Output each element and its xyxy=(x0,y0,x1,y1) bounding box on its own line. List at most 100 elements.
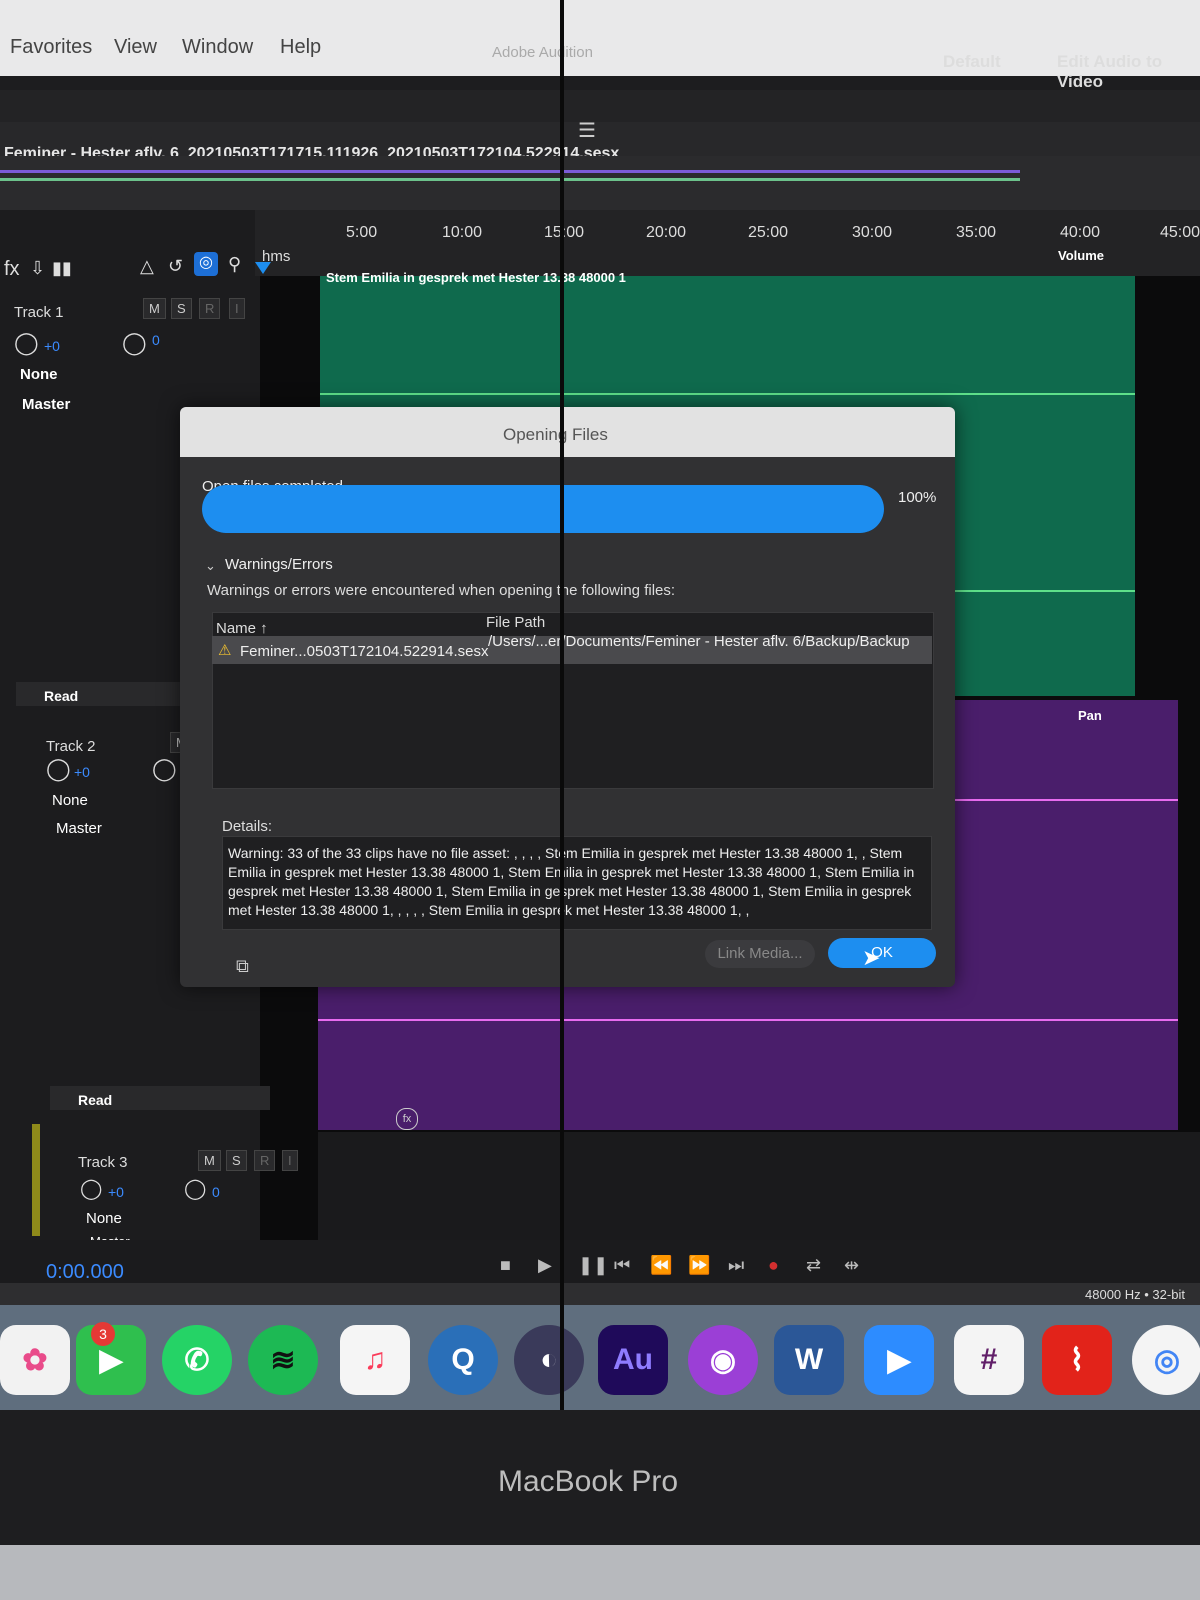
chevron-down-icon[interactable]: ⌄ xyxy=(205,558,216,574)
photos-icon[interactable]: ✿ xyxy=(0,1325,70,1395)
track1-output[interactable]: Master xyxy=(22,396,70,413)
facetime-badge: 3 xyxy=(91,1322,115,1346)
status-bar xyxy=(0,1283,1200,1305)
track1-volume-knob-icon[interactable]: ◯ xyxy=(14,330,39,356)
track2-volume-knob-icon[interactable]: ◯ xyxy=(46,756,71,782)
column-header-path[interactable]: File Path xyxy=(486,614,545,631)
column-header-name[interactable]: Name ↑ xyxy=(216,620,268,637)
progress-percentage: 100% xyxy=(898,489,937,506)
link-media-button[interactable]: Link Media... xyxy=(705,940,815,968)
track1-volume[interactable]: +0 xyxy=(44,338,60,354)
warnings-section-header[interactable]: Warnings/Errors xyxy=(225,556,333,573)
track1-name[interactable]: Track 1 xyxy=(14,304,63,321)
track2-name[interactable]: Track 2 xyxy=(46,738,95,755)
eq-icon[interactable]: ▮▮ xyxy=(52,258,72,279)
ruler-tick: 30:00 xyxy=(852,224,893,241)
ruler-tick: 25:00 xyxy=(748,224,789,241)
ruler-tick: 20:00 xyxy=(646,224,687,241)
track1-pan[interactable]: 0 xyxy=(152,332,160,348)
app-title: Adobe Audition xyxy=(492,44,593,61)
track3-volume-knob-icon[interactable]: ◯ xyxy=(80,1176,102,1201)
ruler-tick: 40:00 xyxy=(1060,224,1101,241)
podcasts-icon[interactable]: ◉ xyxy=(688,1325,758,1395)
send-icon[interactable]: ⇩ xyxy=(30,258,45,279)
rewind-icon[interactable]: ⏪ xyxy=(650,1255,672,1276)
warnings-message: Warnings or errors were encountered when… xyxy=(207,582,676,599)
slack-icon[interactable]: # xyxy=(954,1325,1024,1395)
stop-icon[interactable]: ■ xyxy=(500,1255,511,1276)
track1-input-button[interactable]: I xyxy=(229,298,245,319)
track3-pan-knob-icon[interactable]: ◯ xyxy=(184,1176,206,1201)
track3-solo-button[interactable]: S xyxy=(226,1150,247,1171)
acrobat-icon[interactable]: ⌇ xyxy=(1042,1325,1112,1395)
menu-favorites[interactable]: Favorites xyxy=(10,36,92,59)
play-icon[interactable]: ▶ xyxy=(538,1255,552,1276)
go-to-start-icon[interactable]: ⏮ xyxy=(614,1255,630,1276)
track3-input-button[interactable]: I xyxy=(282,1150,298,1171)
fx-icon[interactable]: fx xyxy=(4,258,20,281)
whatsapp-icon[interactable]: ✆ xyxy=(162,1325,232,1395)
go-to-end-icon[interactable]: ⏭ xyxy=(728,1255,744,1276)
metronome-icon[interactable]: △ xyxy=(140,256,154,277)
spotify-icon[interactable]: ≋ xyxy=(248,1325,318,1395)
motion-icon[interactable]: ◐ xyxy=(514,1325,584,1395)
track2-mode[interactable]: Read xyxy=(78,1092,112,1108)
track3-name[interactable]: Track 3 xyxy=(78,1154,127,1171)
track1-mode-dropdown[interactable] xyxy=(16,682,194,706)
zoom-icon[interactable]: ▶ xyxy=(864,1325,934,1395)
ok-button[interactable]: OK xyxy=(828,938,936,968)
playhead-icon[interactable] xyxy=(255,262,271,274)
skip-selection-icon[interactable]: ⇹ xyxy=(844,1255,859,1276)
ruler-tick: 10:00 xyxy=(442,224,483,241)
laptop-base xyxy=(0,1545,1200,1600)
workspace-edit-audio-to-video[interactable]: Edit Audio to Video xyxy=(1057,52,1200,92)
warning-icon: ⚠ xyxy=(218,642,232,659)
track2-volume[interactable]: +0 xyxy=(74,764,90,780)
track2-output[interactable]: Master xyxy=(56,820,102,837)
word-icon[interactable]: W xyxy=(774,1325,844,1395)
track3-volume[interactable]: +0 xyxy=(108,1184,124,1200)
sample-rate-status: 48000 Hz • 32-bit xyxy=(1085,1287,1185,1302)
marker-icon[interactable]: ⚲ xyxy=(228,254,241,275)
fast-forward-icon[interactable]: ⏩ xyxy=(688,1255,710,1276)
track3-lane[interactable] xyxy=(318,1132,1200,1240)
hamburger-menu-icon[interactable]: ☰ xyxy=(578,118,596,143)
record-icon[interactable]: ● xyxy=(768,1255,779,1276)
track1-mute-button[interactable]: M xyxy=(143,298,166,319)
track1-input[interactable]: None xyxy=(20,366,58,383)
track2-lane-label[interactable]: Pan xyxy=(1078,708,1102,723)
clip-fx-icon[interactable]: fx xyxy=(396,1108,418,1130)
track1-pan-knob-icon[interactable]: ◯ xyxy=(122,330,147,356)
macbook-label: MacBook Pro xyxy=(498,1465,679,1498)
quicktime-icon[interactable]: Q xyxy=(428,1325,498,1395)
workspace-default[interactable]: Default xyxy=(943,52,1001,72)
details-text: Warning: 33 of the 33 clips have no file… xyxy=(228,845,915,918)
track3-record-button[interactable]: R xyxy=(254,1150,276,1171)
ruler-tick: 45:00 xyxy=(1160,224,1200,241)
track1-solo-button[interactable]: S xyxy=(171,298,192,319)
track3-color-strip xyxy=(32,1124,40,1236)
track2-pan-knob-icon[interactable]: ◯ xyxy=(152,756,177,782)
menu-window[interactable]: Window xyxy=(182,36,253,59)
headphones-icon[interactable]: ◎ xyxy=(194,252,218,276)
track1-record-button[interactable]: R xyxy=(199,298,221,319)
music-icon[interactable]: ♫ xyxy=(340,1325,410,1395)
pause-icon[interactable]: ❚❚ xyxy=(578,1255,608,1276)
track2-input[interactable]: None xyxy=(52,792,88,809)
track1-lane-label[interactable]: Volume xyxy=(1058,248,1104,263)
timeline-ruler[interactable] xyxy=(255,210,1200,276)
track3-mute-button[interactable]: M xyxy=(198,1150,221,1171)
expand-window-icon[interactable]: ⧉ xyxy=(236,956,249,977)
menu-help[interactable]: Help xyxy=(280,36,321,59)
menu-view[interactable]: View xyxy=(114,36,157,59)
loop-playback-icon[interactable]: ⇄ xyxy=(806,1255,821,1276)
loop-icon[interactable]: ↺ xyxy=(168,256,183,277)
audition-icon[interactable]: Au xyxy=(598,1325,668,1395)
chrome-icon[interactable]: ◎ xyxy=(1132,1325,1200,1395)
overview-timeline[interactable] xyxy=(0,156,1200,210)
track1-mode[interactable]: Read xyxy=(44,688,78,704)
ruler-tick: 15:00 xyxy=(544,224,585,241)
track3-input[interactable]: None xyxy=(86,1210,122,1227)
track3-pan[interactable]: 0 xyxy=(212,1184,220,1200)
file-name-cell: Feminer...0503T172104.522914.sesx xyxy=(240,643,489,660)
